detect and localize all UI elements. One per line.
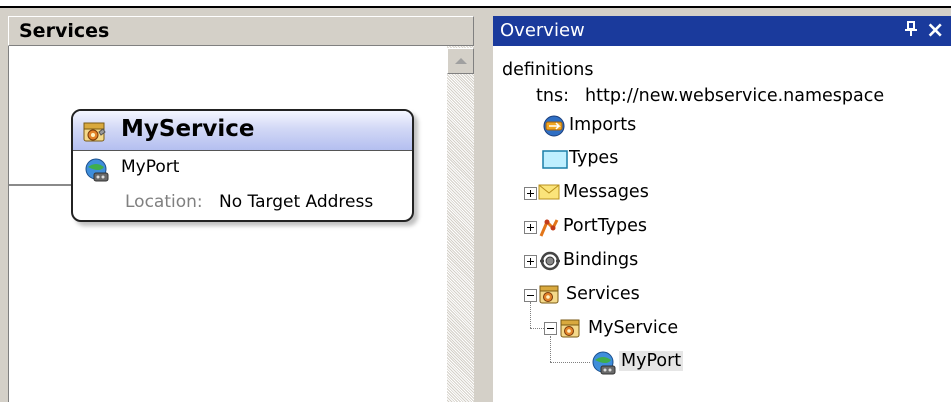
service-box-header[interactable]: MyService — [73, 111, 412, 151]
collapse-myservice-toggle[interactable] — [544, 322, 557, 335]
app-window: Services MyService MyPort Location: No T… — [0, 0, 951, 402]
port-name: MyPort — [121, 157, 180, 177]
imports-icon — [542, 114, 566, 142]
tree-item-myservice[interactable]: MyService — [588, 318, 678, 338]
services-pane: Services MyService MyPort Location: No T… — [0, 0, 480, 402]
bindings-icon — [538, 250, 562, 276]
service-name: MyService — [121, 116, 255, 142]
overview-title: Overview — [500, 20, 585, 41]
services-pane-title: Services — [19, 20, 110, 42]
tree-item-bindings[interactable]: Bindings — [563, 250, 638, 270]
myservice-gear-icon — [560, 318, 582, 344]
tree-item-messages[interactable]: Messages — [563, 182, 649, 202]
services-pane-title-bar: Services — [8, 16, 474, 46]
tree-item-services[interactable]: Services — [566, 284, 640, 304]
services-canvas[interactable]: MyService MyPort Location: No Target Add… — [8, 46, 447, 402]
services-gear-icon — [539, 284, 561, 310]
collapse-services-toggle[interactable] — [524, 289, 537, 302]
service-gear-icon — [82, 120, 108, 148]
location-row[interactable]: Location: No Target Address — [73, 187, 412, 220]
tree-item-types[interactable]: Types — [569, 148, 618, 168]
tree-root-definitions[interactable]: definitions — [502, 60, 594, 80]
port-globe-icon — [84, 157, 110, 187]
tns-value: http://new.webservice.namespace — [585, 86, 885, 106]
service-box[interactable]: MyService MyPort Location: No Target Add… — [71, 109, 414, 222]
pin-icon[interactable] — [904, 21, 918, 42]
scroll-up-button[interactable] — [447, 48, 474, 74]
overview-pane: Overview × definitions tns: http://new.w… — [480, 0, 951, 402]
overview-title-bar: Overview × — [493, 16, 951, 46]
vertical-scrollbar[interactable] — [447, 46, 474, 402]
types-icon — [542, 150, 568, 174]
messages-envelope-icon — [538, 183, 560, 205]
tree-item-myport[interactable]: MyPort — [619, 351, 684, 371]
port-row[interactable]: MyPort — [73, 151, 412, 187]
tree-item-imports[interactable]: Imports — [569, 115, 636, 135]
porttypes-icon — [538, 216, 560, 244]
tree-item-porttypes[interactable]: PortTypes — [563, 216, 647, 236]
location-value[interactable]: No Target Address — [219, 192, 373, 212]
overview-tree[interactable]: definitions tns: http://new.webservice.n… — [493, 46, 951, 402]
expand-messages-toggle[interactable] — [524, 187, 537, 200]
tns-label: tns: — [536, 86, 569, 106]
connector-line — [9, 184, 71, 186]
location-label: Location: — [125, 192, 203, 212]
expand-bindings-toggle[interactable] — [524, 255, 537, 268]
expand-porttypes-toggle[interactable] — [524, 221, 537, 234]
myport-globe-icon — [591, 350, 617, 380]
close-icon[interactable]: × — [926, 18, 944, 43]
